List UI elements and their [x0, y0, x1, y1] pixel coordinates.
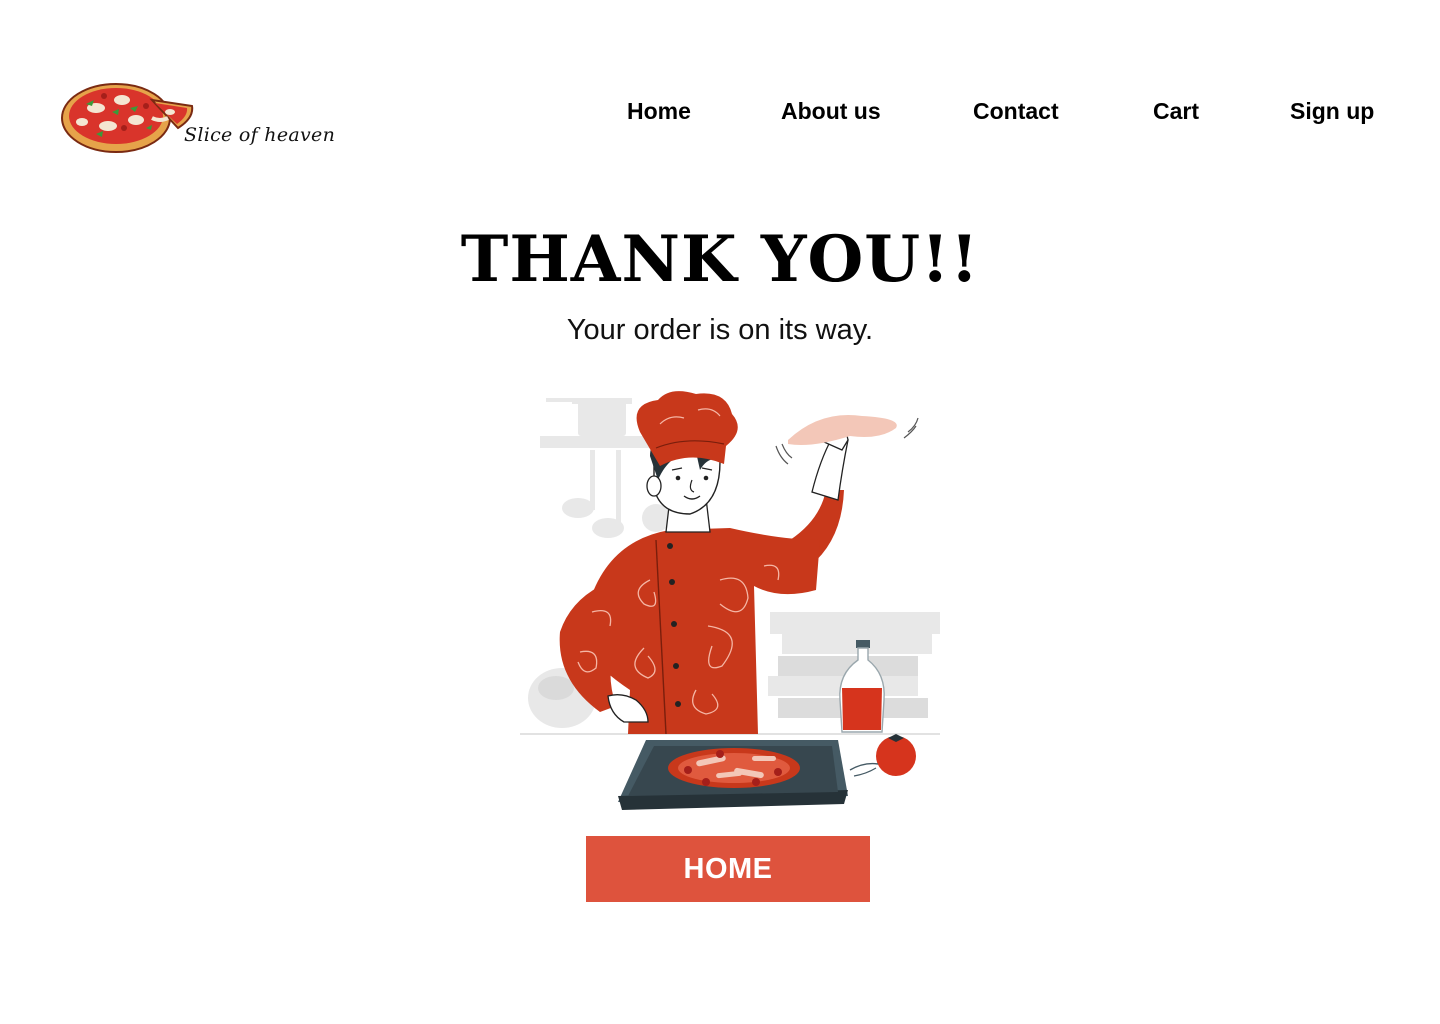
thank-you-page: Slice of heaven Home About us Contact Ca… — [0, 0, 1440, 1024]
page-title: THANK YOU!! — [460, 222, 980, 297]
nav-sign-up[interactable]: Sign up — [1290, 96, 1374, 126]
nav-home[interactable]: Home — [627, 96, 691, 126]
home-button[interactable]: HOME — [586, 836, 870, 902]
tomato — [849, 734, 916, 777]
chef-pizza-illustration — [520, 391, 940, 810]
main-nav: Home About us Contact Cart Sign up — [0, 96, 1440, 128]
nav-about-us[interactable]: About us — [781, 96, 881, 126]
pizza — [668, 748, 800, 788]
nav-cart[interactable]: Cart — [1153, 96, 1199, 126]
nav-contact[interactable]: Contact — [973, 96, 1059, 126]
page-subtitle: Your order is on its way. — [566, 314, 874, 346]
